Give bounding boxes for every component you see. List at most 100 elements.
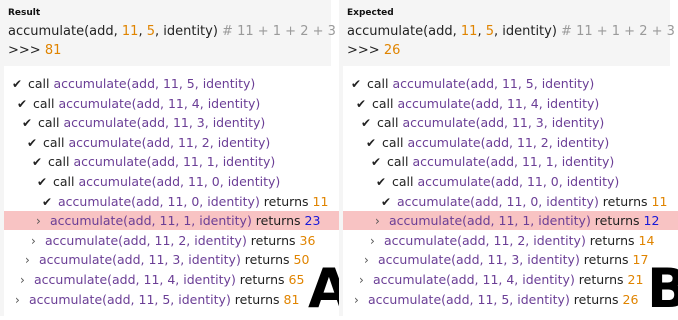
prompt-value: 81 bbox=[44, 43, 62, 58]
call-trace: ✔ call accumulate(add, 11, 5, identity) ✔ c… bbox=[4, 66, 363, 316]
trace-return-row[interactable]: ✔ accumulate(add, 11, 0, identity) return… bbox=[4, 192, 369, 211]
returns-word: returns bbox=[240, 252, 294, 268]
return-value: 12 bbox=[643, 213, 660, 229]
check-icon: ✔ bbox=[42, 194, 53, 209]
prompt-line: >>> 81 bbox=[8, 43, 61, 58]
prompt-line: >>> 26 bbox=[347, 43, 400, 58]
trace-call-row[interactable]: ✔ call accumulate(add, 11, 5, identity) bbox=[4, 74, 339, 93]
chevron-right-icon: › bbox=[20, 273, 25, 287]
returns-word: returns bbox=[579, 252, 633, 268]
chevron-right-icon: › bbox=[375, 214, 380, 229]
call-expression: accumulate(add, 11, 4, identity) bbox=[58, 95, 261, 111]
check-icon: ✔ bbox=[366, 135, 377, 150]
expression-text: accumulate(add, bbox=[347, 24, 461, 39]
trace-call-row[interactable]: ✔ call accumulate(add, 11, 5, identity) bbox=[343, 74, 678, 93]
trace-return-row[interactable]: › accumulate(add, 11, 3, identity) return… bbox=[343, 250, 678, 269]
call-trace: ✔ call accumulate(add, 11, 5, identity) ✔ c… bbox=[343, 66, 678, 316]
call-word: call bbox=[382, 134, 408, 150]
trace-return-row[interactable]: › accumulate(add, 11, 4, identity) return… bbox=[4, 270, 347, 289]
trace-call-row[interactable]: ✔ call accumulate(add, 11, 3, identity) bbox=[343, 113, 678, 132]
call-word: call bbox=[367, 76, 393, 91]
return-call-expression: accumulate(add, 11, 0, identity) bbox=[397, 193, 599, 209]
check-icon: ✔ bbox=[356, 96, 367, 111]
expression-comment: # 11 + 1 + 2 + 3 bbox=[556, 24, 675, 39]
expression-arg-n: 5 bbox=[485, 24, 494, 39]
expression-tail: , identity) bbox=[154, 24, 218, 39]
expression-line: accumulate(add, 11, 5, identity) # 11 + … bbox=[8, 24, 336, 39]
return-call-expression: accumulate(add, 11, 2, identity) bbox=[45, 232, 247, 248]
expression-comment: # 11 + 1 + 2 + 3 bbox=[217, 24, 336, 39]
expression-arg-n: 5 bbox=[146, 24, 155, 39]
check-icon: ✔ bbox=[361, 116, 372, 131]
call-word: call bbox=[38, 115, 64, 131]
trace-call-row[interactable]: ✔ call accumulate(add, 11, 4, identity) bbox=[4, 94, 344, 113]
trace-call-row[interactable]: ✔ call accumulate(add, 11, 3, identity) bbox=[4, 113, 349, 132]
call-expression: accumulate(add, 11, 3, identity) bbox=[63, 115, 266, 131]
trace-return-row-highlighted[interactable]: › accumulate(add, 11, 1, identity) return… bbox=[4, 211, 363, 231]
return-value: 11 bbox=[312, 193, 329, 209]
chevron-right-icon: › bbox=[364, 253, 369, 268]
check-icon: ✔ bbox=[22, 116, 33, 131]
call-word: call bbox=[33, 95, 59, 111]
trace-return-row[interactable]: › accumulate(add, 11, 5, identity) return… bbox=[4, 290, 342, 309]
trace-call-row[interactable]: ✔ call accumulate(add, 11, 2, identity) bbox=[343, 133, 678, 152]
chevron-right-icon: › bbox=[359, 273, 364, 287]
return-call-expression: accumulate(add, 11, 1, identity) bbox=[50, 213, 252, 229]
call-expression: accumulate(add, 11, 2, identity) bbox=[407, 134, 610, 150]
trace-call-row[interactable]: ✔ call accumulate(add, 11, 0, identity) bbox=[4, 172, 364, 191]
call-word: call bbox=[387, 154, 413, 170]
returns-word: returns bbox=[590, 213, 644, 229]
trace-return-row[interactable]: › accumulate(add, 11, 2, identity) return… bbox=[4, 231, 358, 250]
return-call-expression: accumulate(add, 11, 3, identity) bbox=[39, 252, 241, 268]
returns-word: returns bbox=[251, 213, 305, 229]
expression-arg-base: 11 bbox=[460, 24, 478, 39]
prompt-marker: >>> bbox=[8, 43, 45, 58]
return-call-expression: accumulate(add, 11, 2, identity) bbox=[384, 232, 586, 248]
trace-call-row[interactable]: ✔ call accumulate(add, 11, 1, identity) bbox=[4, 152, 359, 171]
trace-return-row[interactable]: › accumulate(add, 11, 2, identity) return… bbox=[343, 231, 678, 250]
returns-word: returns bbox=[246, 232, 300, 248]
panel-title: Expected bbox=[347, 8, 394, 18]
return-call-expression: accumulate(add, 11, 5, identity) bbox=[29, 291, 231, 307]
expected-panel: Expected accumulate(add, 11, 5, identity)… bbox=[339, 0, 678, 316]
check-icon: ✔ bbox=[12, 77, 23, 91]
panel-title: Result bbox=[8, 8, 41, 18]
check-icon: ✔ bbox=[27, 135, 38, 150]
chevron-right-icon: › bbox=[15, 292, 20, 307]
check-icon: ✔ bbox=[17, 96, 28, 111]
chevron-right-icon: › bbox=[36, 214, 41, 229]
check-icon: ✔ bbox=[381, 194, 392, 209]
returns-word: returns bbox=[598, 193, 652, 209]
call-expression: accumulate(add, 11, 5, identity) bbox=[53, 76, 256, 91]
expression-tail: , identity) bbox=[493, 24, 557, 39]
trace-return-row[interactable]: ✔ accumulate(add, 11, 0, identity) return… bbox=[343, 192, 678, 211]
trace-call-row[interactable]: ✔ call accumulate(add, 11, 0, identity) bbox=[343, 172, 678, 191]
returns-word: returns bbox=[259, 193, 313, 209]
return-value: 14 bbox=[638, 232, 655, 248]
trace-return-row[interactable]: › accumulate(add, 11, 5, identity) return… bbox=[343, 290, 678, 309]
call-expression: accumulate(add, 11, 5, identity) bbox=[392, 76, 595, 91]
returns-word: returns bbox=[230, 291, 284, 307]
return-call-expression: accumulate(add, 11, 3, identity) bbox=[378, 252, 580, 268]
trace-return-row[interactable]: › accumulate(add, 11, 3, identity) return… bbox=[4, 250, 352, 269]
trace-call-row[interactable]: ✔ call accumulate(add, 11, 4, identity) bbox=[343, 94, 678, 113]
check-icon: ✔ bbox=[32, 155, 43, 170]
expression-separator: , bbox=[477, 24, 486, 39]
expression-text: accumulate(add, bbox=[8, 24, 122, 39]
prompt-marker: >>> bbox=[347, 43, 384, 58]
return-value: 36 bbox=[299, 232, 316, 248]
trace-return-row[interactable]: › accumulate(add, 11, 4, identity) return… bbox=[343, 270, 678, 289]
trace-return-row-highlighted[interactable]: › accumulate(add, 11, 1, identity) return… bbox=[343, 211, 678, 231]
call-word: call bbox=[377, 115, 403, 131]
return-call-expression: accumulate(add, 11, 4, identity) bbox=[34, 272, 236, 287]
check-icon: ✔ bbox=[371, 155, 382, 170]
call-word: call bbox=[53, 174, 79, 189]
trace-call-row[interactable]: ✔ call accumulate(add, 11, 2, identity) bbox=[4, 133, 354, 152]
trace-call-row[interactable]: ✔ call accumulate(add, 11, 1, identity) bbox=[343, 152, 678, 171]
call-expression: accumulate(add, 11, 3, identity) bbox=[402, 115, 605, 131]
return-value: 23 bbox=[304, 213, 321, 229]
call-expression: accumulate(add, 11, 0, identity) bbox=[417, 174, 620, 189]
call-word: call bbox=[28, 76, 54, 91]
call-word: call bbox=[372, 95, 398, 111]
returns-word: returns bbox=[235, 272, 289, 287]
